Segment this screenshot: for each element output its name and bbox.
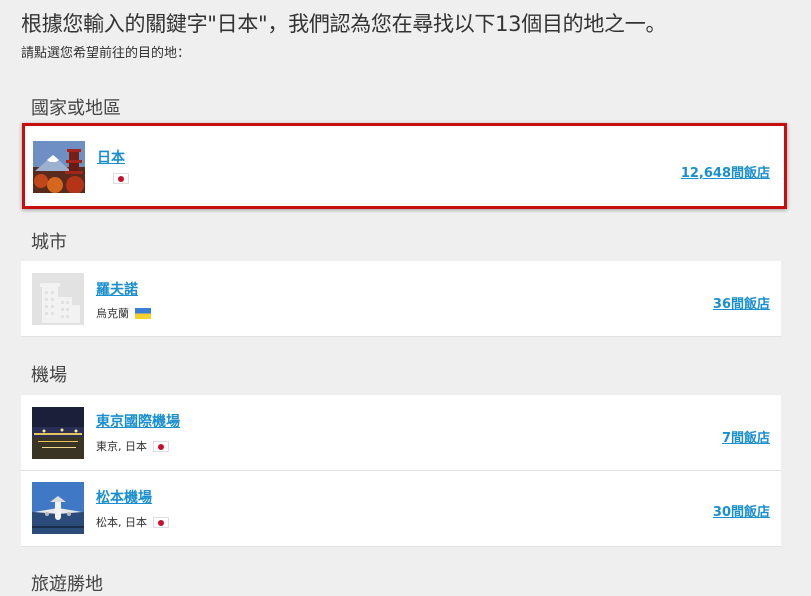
result-card-tokyo-airport[interactable]: 東京國際機場 東京, 日本 7間飯店 bbox=[21, 395, 781, 471]
result-name-matsumoto-airport[interactable]: 松本機場 bbox=[96, 487, 152, 507]
result-location-matsumoto-airport: 松本, 日本 bbox=[96, 514, 169, 530]
result-card-matsumoto-airport[interactable]: 松本機場 松本, 日本 30間飯店 bbox=[21, 471, 781, 547]
page-subline: 請點選您希望前往的目的地： bbox=[21, 46, 191, 61]
flag-ua-icon bbox=[135, 307, 151, 319]
flag-jp-icon bbox=[153, 516, 169, 528]
result-hotels-tokyo-airport[interactable]: 7間飯店 bbox=[722, 427, 770, 446]
result-location-tokyo-airport: 東京, 日本 bbox=[96, 438, 169, 454]
airport-night-photo[interactable] bbox=[32, 407, 84, 459]
result-name-japan[interactable]: 日本 bbox=[97, 147, 125, 167]
section-title-attraction: 旅遊勝地 bbox=[31, 574, 103, 595]
flag-jp-icon bbox=[113, 173, 129, 184]
result-hotels-matsumoto-airport[interactable]: 30間飯店 bbox=[713, 501, 770, 520]
mount-fuji-pagoda-photo[interactable] bbox=[33, 141, 85, 193]
result-location-rivne: 烏克蘭 bbox=[96, 305, 151, 321]
city-placeholder-icon[interactable] bbox=[32, 273, 84, 325]
flag-jp-icon bbox=[153, 440, 169, 452]
page-headline: 根據您輸入的關鍵字"日本"，我們認為您在尋找以下13個目的地之一。 bbox=[21, 12, 667, 36]
result-location-japan bbox=[107, 173, 129, 184]
result-card-japan[interactable]: 日本 12,648間飯店 bbox=[22, 123, 787, 209]
result-hotels-japan[interactable]: 12,648間飯店 bbox=[681, 162, 770, 181]
section-title-city: 城市 bbox=[31, 232, 67, 253]
section-title-country: 國家或地區 bbox=[31, 98, 121, 119]
result-name-tokyo-airport[interactable]: 東京國際機場 bbox=[96, 411, 180, 431]
airplane-photo[interactable] bbox=[32, 482, 84, 534]
section-title-airport: 機場 bbox=[31, 365, 67, 386]
result-hotels-rivne[interactable]: 36間飯店 bbox=[713, 293, 770, 312]
result-card-rivne[interactable]: 羅夫諾 烏克蘭 36間飯店 bbox=[21, 261, 781, 337]
result-name-rivne[interactable]: 羅夫諾 bbox=[96, 279, 138, 299]
